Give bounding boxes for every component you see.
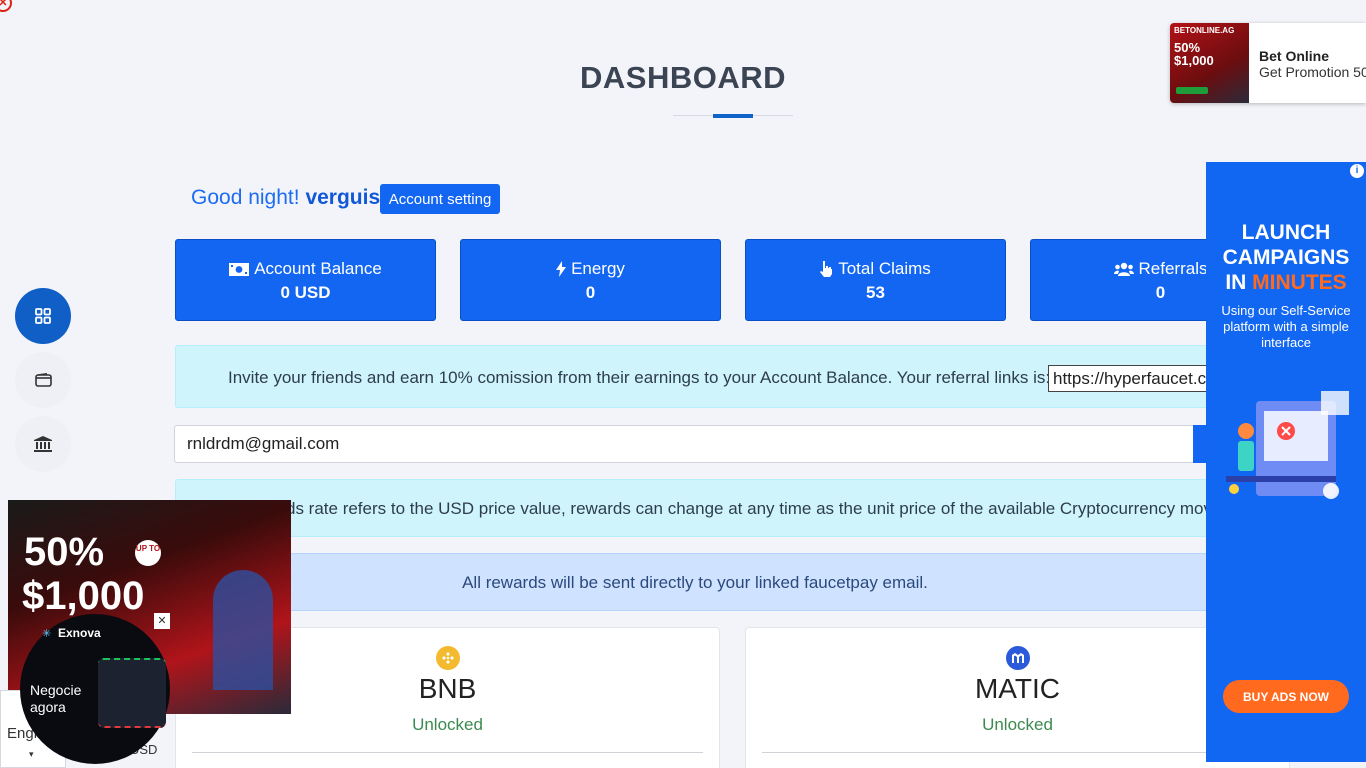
invite-alert: Invite your friends and earn 10% comissi… xyxy=(175,345,1215,408)
hand-pointer-icon xyxy=(820,261,833,277)
invite-text: Invite your friends and earn 10% comissi… xyxy=(228,368,1051,387)
stat-value: 53 xyxy=(866,283,885,302)
ad-exnova[interactable]: Exnova ✳ Negocie agora xyxy=(20,614,170,764)
bnb-coin-icon xyxy=(435,646,460,670)
wallet-icon xyxy=(34,373,52,387)
exnova-logo-icon: ✳ xyxy=(42,628,52,640)
coin-status: Unlocked xyxy=(412,715,483,734)
stat-label: Total Claims xyxy=(838,259,931,278)
ad-headline-2: CAMPAIGNS xyxy=(1222,246,1350,269)
ad-promo-amount: $1,000 xyxy=(22,574,145,618)
sidebar-item-dashboard[interactable] xyxy=(15,288,71,344)
ad-body: Using our Self-Service platform with a s… xyxy=(1221,303,1351,350)
ad-headline-3b: MINUTES xyxy=(1252,271,1347,294)
stat-card-energy: Energy 0 xyxy=(460,239,721,321)
ad-subtitle: Get Promotion 50 xyxy=(1259,64,1366,80)
users-icon xyxy=(1113,262,1134,276)
ad-info-icon[interactable]: i xyxy=(1350,164,1364,178)
stat-label: Energy xyxy=(571,259,625,278)
ad-image xyxy=(213,570,273,690)
matic-coin-icon xyxy=(1005,646,1030,670)
stat-value: 0 xyxy=(585,283,596,302)
divider xyxy=(762,752,1273,753)
ad-promo-pct: 50% xyxy=(24,530,105,574)
exnova-brand: Exnova xyxy=(58,626,101,640)
account-setting-button[interactable]: Account setting xyxy=(380,184,500,214)
faucetpay-email-input[interactable] xyxy=(174,425,1194,463)
stat-card-total-claims: Total Claims 53 xyxy=(745,239,1006,321)
close-ad-icon[interactable]: ✕ xyxy=(154,613,170,629)
ad-banner-betonline[interactable]: BETONLINE.AG 50% $1,000 Bet Online Get P… xyxy=(1170,23,1366,103)
ad-brand: BETONLINE.AG xyxy=(1174,26,1235,35)
close-ad-icon[interactable]: ✕ xyxy=(0,0,12,12)
ad-promo-upto: UP TO xyxy=(135,540,161,566)
rate-notice-text: ds rate refers to the USD price value, r… xyxy=(286,499,1215,518)
exnova-chart-image xyxy=(98,658,166,728)
sidebar-item-bank[interactable] xyxy=(15,416,71,472)
ad-headline-1: LAUNCH xyxy=(1241,221,1331,244)
dashboard-grid-icon xyxy=(35,308,51,324)
ad-promo-amount: $1,000 xyxy=(1174,53,1214,68)
bolt-icon xyxy=(556,261,567,277)
stat-label: Account Balance xyxy=(254,259,382,278)
title-underline-accent xyxy=(713,114,753,118)
ad-title: Bet Online xyxy=(1259,48,1330,64)
greeting: Good night! verguis xyxy=(191,186,380,210)
ad-illustration xyxy=(1226,391,1349,499)
buy-ads-button[interactable]: BUY ADS NOW xyxy=(1223,680,1349,713)
bank-icon xyxy=(34,436,52,452)
ad-headline-3a: IN xyxy=(1225,271,1253,294)
stat-value: 0 USD xyxy=(280,283,331,302)
rewards-notice-alert: All rewards will be sent directly to you… xyxy=(175,553,1215,611)
ad-banner-launch-campaigns[interactable]: i LAUNCH CAMPAIGNS IN MINUTES Using our … xyxy=(1206,162,1366,762)
sidebar-item-wallet[interactable] xyxy=(15,352,71,408)
exnova-cta: Negocie agora xyxy=(30,682,82,715)
page-title: DASHBOARD xyxy=(580,60,786,95)
stat-card-account-balance: Account Balance 0 USD xyxy=(175,239,436,321)
ad-join-button xyxy=(1176,87,1208,94)
ad-image: BETONLINE.AG 50% $1,000 xyxy=(1170,23,1249,103)
money-bill-icon xyxy=(229,262,250,276)
rewards-notice-text: All rewards will be sent directly to you… xyxy=(462,573,928,592)
stat-label: Referrals xyxy=(1138,259,1208,278)
username: verguis xyxy=(305,186,381,209)
rate-notice-alert: ds rate refers to the USD price value, r… xyxy=(175,479,1215,537)
chevron-down-icon: ▾ xyxy=(29,749,34,759)
divider xyxy=(192,752,703,753)
greeting-text: Good night! xyxy=(191,186,300,209)
referral-link-input[interactable] xyxy=(1048,365,1214,392)
